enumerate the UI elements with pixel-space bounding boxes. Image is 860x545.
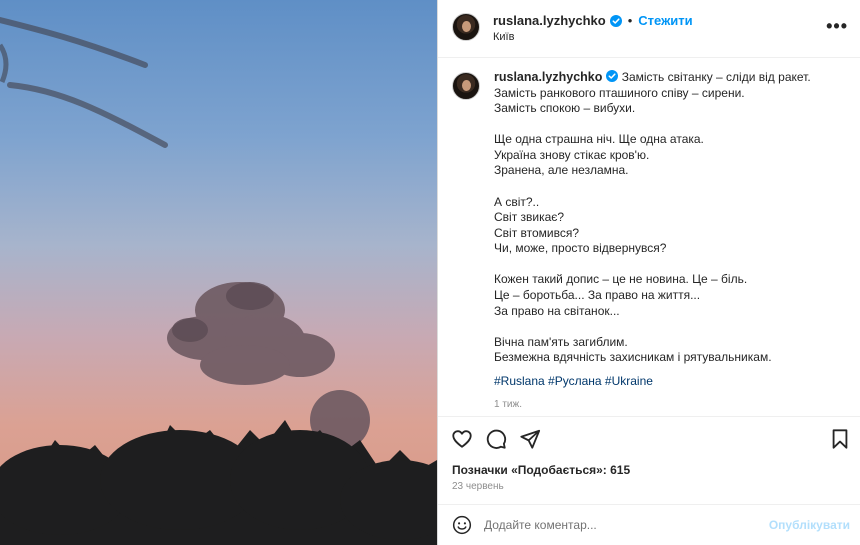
bookmark-icon[interactable] (829, 428, 851, 450)
caption-username[interactable]: ruslana.lyzhychko (494, 70, 602, 84)
follow-button[interactable]: Стежити (638, 13, 692, 28)
comment-input[interactable] (484, 513, 754, 537)
caption-line: Зранена, але незламна. (494, 163, 629, 178)
header-username[interactable]: ruslana.lyzhychko (493, 13, 606, 28)
caption-text: ruslana.lyzhychko Замість світанку – слі… (494, 70, 844, 412)
header-separator: • (627, 13, 633, 28)
share-icon[interactable] (519, 428, 541, 450)
caption-line: А світ?.. (494, 194, 540, 209)
comment-bar: Опублікувати (438, 504, 860, 545)
caption-first-line: Замість світанку – сліди від ракет. (618, 70, 811, 84)
caption-line: Замість ранкового пташиного співу – сире… (494, 85, 745, 100)
caption-line: За право на світанок... (494, 303, 620, 318)
emoji-icon[interactable] (452, 515, 472, 535)
location-link[interactable]: Київ (493, 31, 514, 43)
caption-area: ruslana.lyzhychko Замість світанку – слі… (438, 58, 860, 416)
caption-line: Безмежна вдячність захисникам і рятуваль… (494, 350, 772, 365)
caption-line: Чи, може, просто відвернувся? (494, 241, 667, 256)
post-details-panel: ruslana.lyzhychko • Стежити Київ ••• rus… (438, 0, 860, 545)
caption-avatar[interactable] (452, 72, 480, 100)
comment-icon[interactable] (485, 428, 507, 450)
verified-badge-icon (606, 70, 619, 82)
post-photo[interactable] (0, 0, 437, 545)
caption-line: Україна знову стікає кров'ю. (494, 147, 650, 162)
caption-line: Світ втомився? (494, 225, 580, 240)
more-options-icon[interactable]: ••• (826, 16, 848, 37)
likes-count[interactable]: Позначки «Подобається»: 615 (452, 463, 630, 477)
actions-section: Позначки «Подобається»: 615 23 червень (438, 416, 860, 504)
post-comment-button[interactable]: Опублікувати (769, 518, 850, 532)
caption-line: Замість спокою – вибухи. (494, 101, 636, 116)
caption-line: Світ звикає? (494, 210, 565, 225)
time-ago: 1 тиж. (494, 398, 522, 410)
caption-line: Це – боротьба... За право на життя... (494, 288, 701, 303)
hashtags[interactable]: #Ruslana #Руслана #Ukraine (494, 374, 844, 390)
caption-line: Вічна пам'ять загиблим. (494, 334, 628, 349)
avatar[interactable] (452, 13, 480, 41)
caption-line: Кожен такий допис – це не новина. Це – б… (494, 272, 748, 287)
post-date: 23 червень (452, 481, 504, 492)
caption-line: Ще одна страшна ніч. Ще одна атака. (494, 132, 704, 147)
post-header: ruslana.lyzhychko • Стежити Київ ••• (438, 0, 860, 58)
photo-scene (0, 17, 437, 545)
heart-icon[interactable] (451, 428, 473, 450)
verified-badge-icon (609, 14, 622, 27)
